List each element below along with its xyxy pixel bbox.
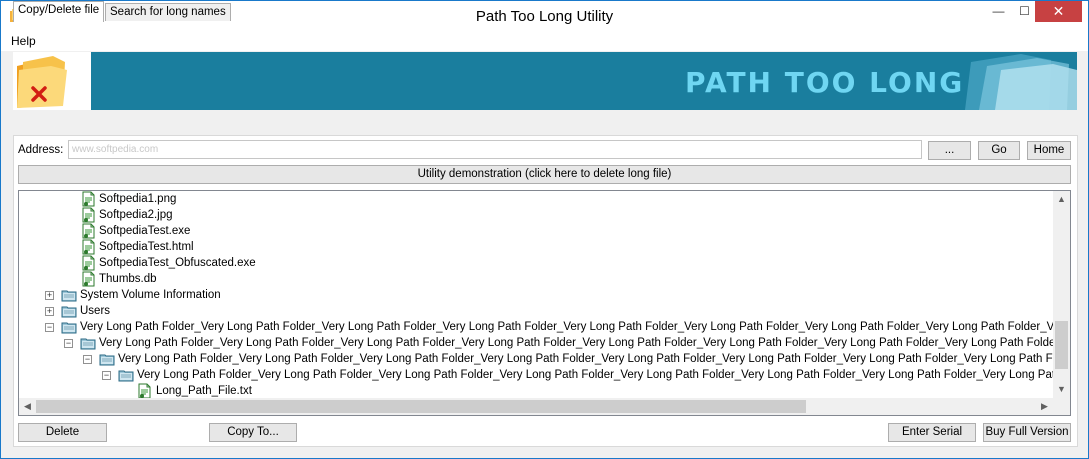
tree-file-row[interactable]: Softpedia1.png: [19, 191, 1055, 207]
tree-file-row[interactable]: SoftpediaTest.html: [19, 239, 1055, 255]
banner-title: PATH TOO LONG: [685, 66, 965, 99]
tree-item-label: System Volume Information: [80, 289, 221, 301]
file-icon: [81, 223, 97, 239]
tree-item-label: Users: [80, 305, 111, 317]
file-icon: [81, 239, 97, 255]
tree-folder-row[interactable]: − Very Long Path Folder_Very Long Path Fo…: [19, 367, 1070, 383]
tree-folder-row[interactable]: + Users: [19, 303, 1055, 319]
tree-file-row[interactable]: Softpedia2.jpg: [19, 207, 1055, 223]
tree-item-label: SoftpediaTest.exe: [99, 225, 191, 237]
vertical-scroll-thumb[interactable]: [1055, 321, 1068, 369]
scroll-left-icon[interactable]: ◀: [19, 398, 36, 415]
enter-serial-button[interactable]: Enter Serial: [888, 423, 976, 442]
tree-file-row[interactable]: Thumbs.db: [19, 271, 1055, 287]
banner-logo: [13, 52, 91, 110]
scrollbar-corner: [1053, 398, 1070, 415]
collapse-icon[interactable]: −: [102, 371, 111, 380]
folder-icon: [80, 335, 96, 351]
tree-item-label: Very Long Path Folder_Very Long Path Fol…: [118, 353, 1070, 365]
banner: PATH TOO LONG: [13, 52, 1077, 110]
expand-icon[interactable]: +: [45, 307, 54, 316]
tree-item-label: Very Long Path Folder_Very Long Path Fol…: [99, 337, 1070, 349]
horizontal-scrollbar[interactable]: ◀ ▶: [19, 398, 1053, 415]
tree-folder-row[interactable]: − Very Long Path Folder_Very Long Path Fo…: [19, 335, 1070, 351]
home-button[interactable]: Home: [1027, 141, 1071, 160]
tab-copy-delete[interactable]: Copy/Delete file: [13, 1, 105, 22]
scroll-up-icon[interactable]: ▲: [1053, 191, 1070, 208]
browse-button[interactable]: ...: [928, 141, 971, 160]
folder-icon: [99, 351, 115, 367]
collapse-icon[interactable]: −: [83, 355, 92, 364]
vertical-scrollbar[interactable]: ▲ ▼: [1053, 191, 1070, 398]
tree-item-label: SoftpediaTest_Obfuscated.exe: [99, 257, 256, 269]
file-icon: [81, 255, 97, 271]
folder-icon: [118, 367, 134, 383]
expand-icon[interactable]: +: [45, 291, 54, 300]
folder-delete-icon: [13, 52, 91, 110]
collapse-icon[interactable]: −: [45, 323, 54, 332]
go-button[interactable]: Go: [978, 141, 1020, 160]
tree-folder-row[interactable]: + System Volume Information: [19, 287, 1055, 303]
tree-item-label: SoftpediaTest.html: [99, 241, 194, 253]
tree-folder-row[interactable]: − Very Long Path Folder_Very Long Path Fo…: [19, 319, 1070, 335]
tree-item-label: Very Long Path Folder_Very Long Path Fol…: [80, 321, 1070, 333]
file-icon: [137, 383, 153, 399]
folder-icon: [61, 303, 77, 319]
close-button[interactable]: ✕: [1035, 1, 1082, 22]
tree-file-row[interactable]: SoftpediaTest_Obfuscated.exe: [19, 255, 1055, 271]
menu-help[interactable]: Help: [6, 32, 41, 51]
copy-to-button[interactable]: Copy To...: [209, 423, 297, 442]
file-tree[interactable]: Softpedia1.png Softpedia2.jpg SoftpediaTes…: [18, 190, 1071, 416]
tab-search-long-names[interactable]: Search for long names: [105, 3, 231, 21]
folders-graphic-icon: [965, 54, 1077, 110]
folder-icon: [61, 319, 77, 335]
address-label: Address:: [18, 144, 64, 156]
folder-icon: [61, 287, 77, 303]
file-icon: [81, 191, 97, 207]
delete-button[interactable]: Delete: [18, 423, 107, 442]
tree-item-label: Long_Path_File.txt: [156, 385, 252, 397]
buy-full-version-button[interactable]: Buy Full Version: [983, 423, 1071, 442]
minimize-button[interactable]: —: [984, 1, 1013, 22]
collapse-icon[interactable]: −: [64, 339, 73, 348]
menu-bar: Help: [1, 32, 1088, 51]
address-input[interactable]: [68, 140, 922, 159]
tree-item-label: Softpedia1.png: [99, 193, 177, 205]
scroll-down-icon[interactable]: ▼: [1053, 381, 1070, 398]
app-window: Path Too Long Utility — ☐ ✕ Help PATH TO…: [0, 0, 1089, 459]
file-icon: [81, 271, 97, 287]
horizontal-scroll-thumb[interactable]: [36, 400, 806, 413]
demo-button[interactable]: Utility demonstration (click here to del…: [18, 165, 1071, 184]
tree-item-label: Thumbs.db: [99, 273, 157, 285]
scroll-right-icon[interactable]: ▶: [1036, 398, 1053, 415]
tree-file-row[interactable]: Long_Path_File.txt: [19, 383, 1055, 399]
tree-file-row[interactable]: SoftpediaTest.exe: [19, 223, 1055, 239]
tree-folder-row[interactable]: − Very Long Path Folder_Very Long Path Fo…: [19, 351, 1070, 367]
tree-item-label: Softpedia2.jpg: [99, 209, 173, 221]
tree-item-label: Very Long Path Folder_Very Long Path Fol…: [137, 369, 1070, 381]
file-icon: [81, 207, 97, 223]
